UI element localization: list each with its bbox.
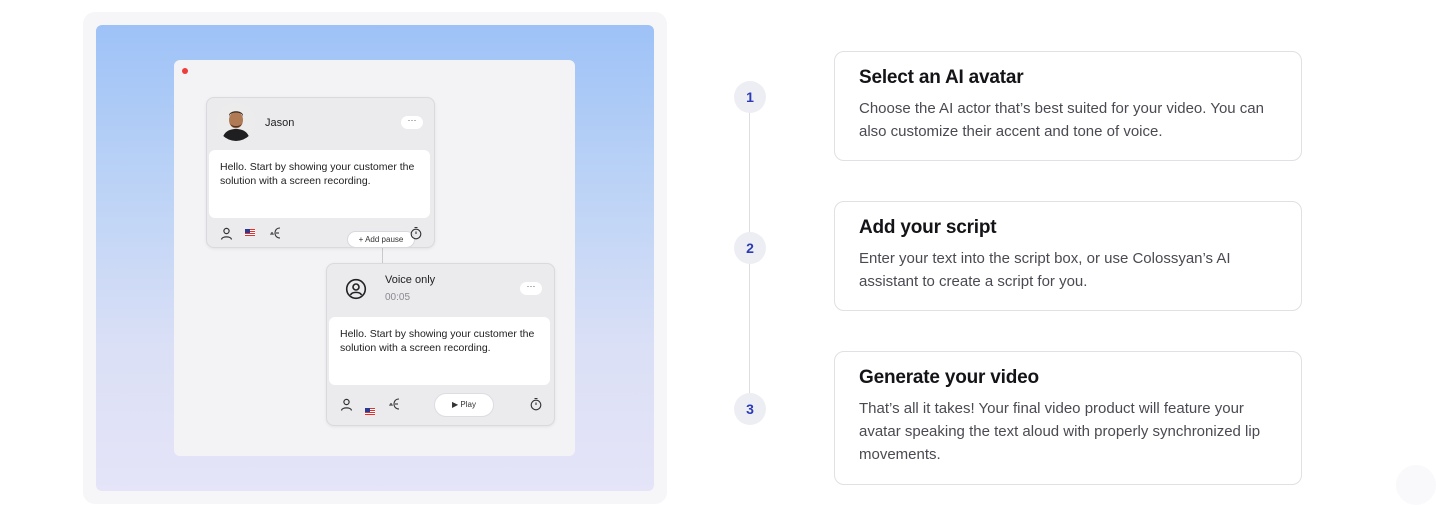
avatar[interactable] xyxy=(217,103,255,141)
step-number-3: 3 xyxy=(734,393,766,425)
step-card-1: Select an AI avatar Choose the AI actor … xyxy=(834,51,1302,161)
person-icon[interactable] xyxy=(220,227,233,245)
voice-icon[interactable] xyxy=(269,226,285,245)
step-description: Choose the AI actor that’s best suited f… xyxy=(859,100,1264,140)
step-description: That’s all it takes! Your final video pr… xyxy=(859,400,1261,463)
more-options-button[interactable]: ··· xyxy=(401,116,423,129)
timer-icon[interactable] xyxy=(530,397,542,416)
timer-icon[interactable] xyxy=(410,226,422,245)
step-title: Generate your video xyxy=(859,367,1039,388)
corner-decoration xyxy=(1396,465,1436,505)
script-text-box[interactable]: Hello. Start by showing your customer th… xyxy=(209,150,430,218)
voice-only-label: Voice only xyxy=(385,274,436,286)
step-title: Add your script xyxy=(859,217,997,238)
step-number-1: 1 xyxy=(734,81,766,113)
step-description: Enter your text into the script box, or … xyxy=(859,250,1231,290)
step-title: Select an AI avatar xyxy=(859,67,1024,88)
script-text: Hello. Start by showing your customer th… xyxy=(220,161,415,187)
step-number-2: 2 xyxy=(734,232,766,264)
voice-icon[interactable] xyxy=(388,397,404,416)
script-text-box[interactable]: Hello. Start by showing your customer th… xyxy=(329,317,550,385)
play-button[interactable]: ▶ Play xyxy=(434,393,494,417)
us-flag-icon[interactable] xyxy=(245,229,255,236)
script-text: Hello. Start by showing your customer th… xyxy=(340,328,535,354)
duration-label: 00:05 xyxy=(385,292,411,303)
record-indicator-icon xyxy=(182,68,188,74)
us-flag-icon[interactable] xyxy=(365,408,375,415)
avatar-portrait-icon xyxy=(217,103,255,141)
person-icon[interactable] xyxy=(340,398,353,416)
step-card-2: Add your script Enter your text into the… xyxy=(834,201,1302,311)
add-pause-button[interactable]: + Add pause xyxy=(347,231,415,248)
step-card-3: Generate your video That’s all it takes!… xyxy=(834,351,1302,485)
more-options-button[interactable]: ··· xyxy=(520,282,542,295)
avatar-name: Jason xyxy=(265,117,295,129)
voice-only-avatar-icon xyxy=(345,278,367,305)
